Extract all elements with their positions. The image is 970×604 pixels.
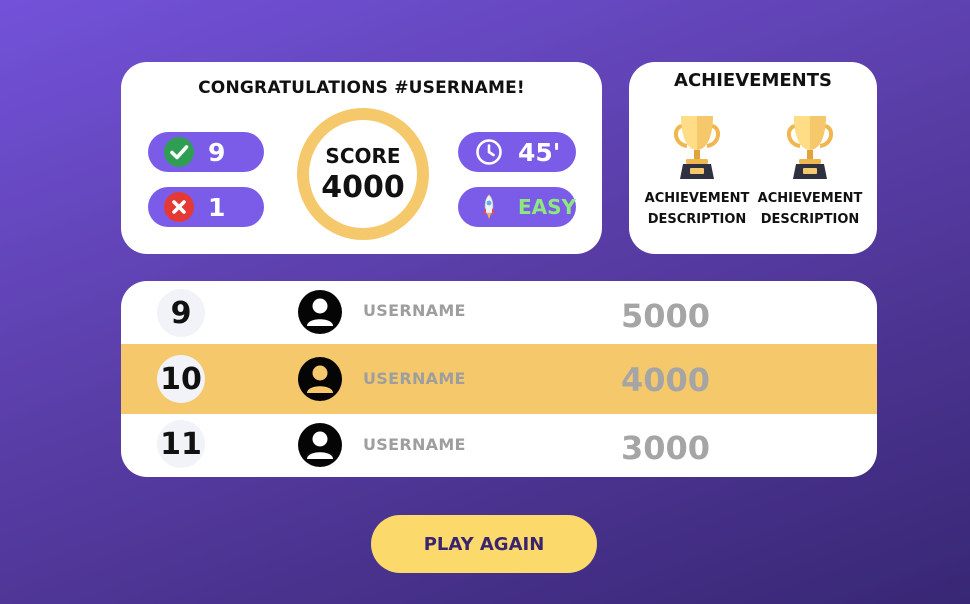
score-ring: SCORE 4000	[297, 108, 429, 240]
leaderboard-row-current-user: 10 USERNAME 4000	[121, 344, 877, 414]
leaderboard-row: 11 USERNAME 3000	[121, 414, 877, 477]
avatar-icon	[298, 290, 342, 334]
rank-badge: 11	[157, 420, 205, 468]
row-username: USERNAME	[363, 435, 466, 454]
achievements-card: ACHIEVEMENTS ACHIEVEMENT DESCRIPTION ACH…	[629, 62, 877, 254]
avatar-icon	[298, 423, 342, 467]
rank-badge: 10	[157, 355, 205, 403]
score-label: SCORE	[325, 143, 401, 168]
x-circle-icon	[164, 192, 194, 222]
row-score: 4000	[621, 361, 711, 399]
achievement-description: ACHIEVEMENT DESCRIPTION	[644, 191, 750, 227]
row-score: 3000	[621, 429, 711, 467]
wrong-answers-pill: 1	[148, 187, 264, 227]
difficulty-value: EASY	[518, 195, 577, 219]
time-value: 45'	[518, 137, 561, 167]
row-username: USERNAME	[363, 369, 466, 388]
correct-answers-pill: 9	[148, 132, 264, 172]
achievement-item: ACHIEVEMENT DESCRIPTION	[639, 112, 755, 230]
leaderboard: 9 USERNAME 5000 10 USERNAME 4000 11 USER…	[121, 281, 877, 477]
trophy-icon	[787, 116, 833, 179]
rank-badge: 9	[157, 289, 205, 337]
avatar-icon	[298, 357, 342, 401]
score-value: 4000	[321, 169, 405, 205]
wrong-count: 1	[208, 192, 226, 222]
achievements-title: ACHIEVEMENTS	[674, 70, 832, 91]
row-username: USERNAME	[363, 301, 466, 320]
trophy-icon	[674, 116, 720, 179]
achievement-description: ACHIEVEMENT DESCRIPTION	[757, 191, 863, 227]
check-circle-icon	[164, 137, 194, 167]
correct-count: 9	[208, 137, 226, 167]
clock-icon	[474, 137, 504, 167]
time-pill: 45'	[458, 132, 576, 172]
congratulations-title: CONGRATULATIONS #USERNAME!	[198, 78, 525, 98]
play-again-button[interactable]: PLAY AGAIN	[371, 515, 597, 573]
rocket-icon	[474, 192, 504, 222]
row-score: 5000	[621, 297, 711, 335]
difficulty-pill: EASY	[458, 187, 576, 227]
leaderboard-row: 9 USERNAME 5000	[121, 281, 877, 344]
achievement-item: ACHIEVEMENT DESCRIPTION	[752, 112, 868, 230]
results-card: CONGRATULATIONS #USERNAME! 9 1 SCORE 400…	[121, 62, 602, 254]
